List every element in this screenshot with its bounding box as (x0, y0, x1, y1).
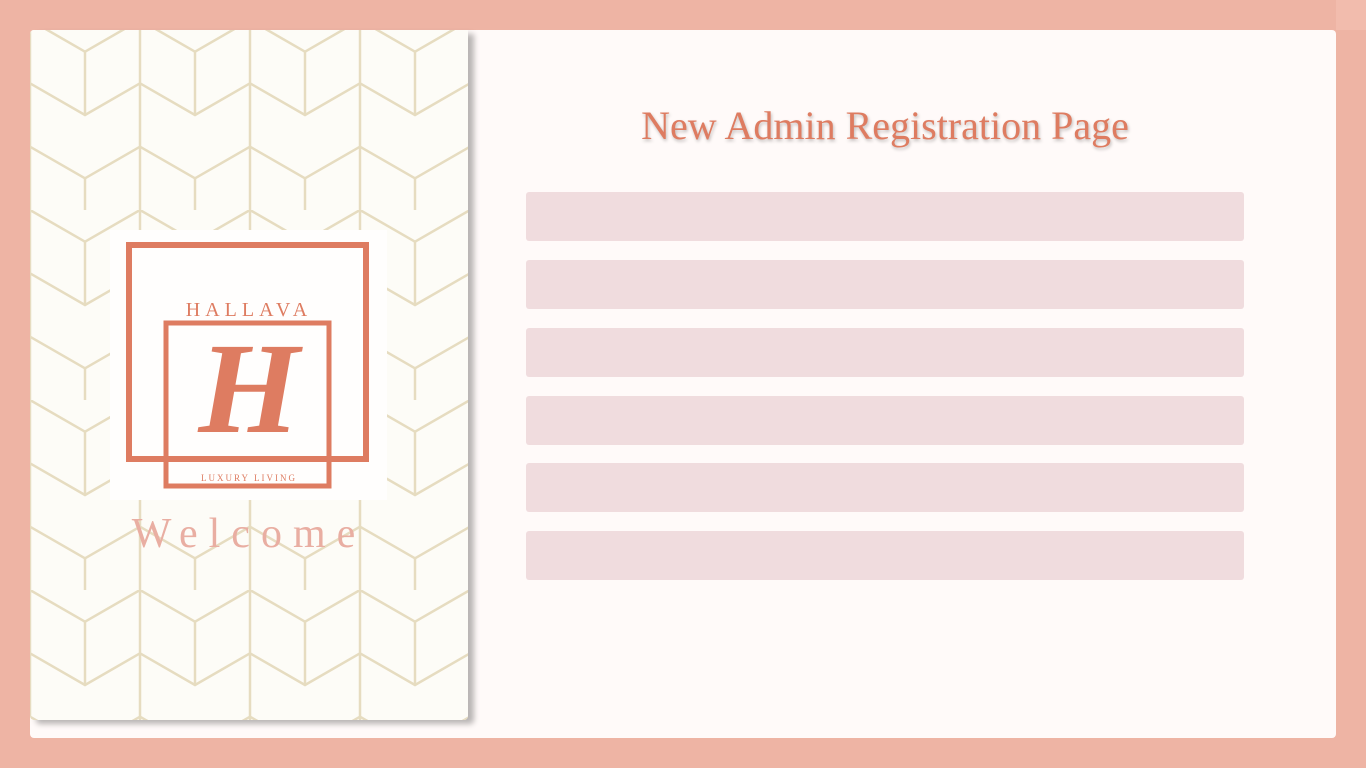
window-corner-tab (1336, 0, 1366, 30)
page-title: New Admin Registration Page (641, 103, 1129, 148)
registration-field-3[interactable] (526, 328, 1244, 377)
brand-panel: HALLAVA H LUXURY LIVING Welcome (30, 30, 468, 720)
welcome-text: Welcome (131, 511, 367, 557)
monogram-text: H (197, 317, 303, 461)
registration-field-6[interactable] (526, 531, 1244, 580)
registration-field-5[interactable] (526, 463, 1244, 512)
tagline-text: LUXURY LIVING (201, 473, 297, 483)
registration-field-4[interactable] (526, 396, 1244, 445)
registration-field-2[interactable] (526, 260, 1244, 309)
registration-card: HALLAVA H LUXURY LIVING Welcome New Admi… (30, 30, 1336, 738)
registration-field-1[interactable] (526, 192, 1244, 241)
hallava-logo: HALLAVA H LUXURY LIVING (110, 230, 387, 500)
